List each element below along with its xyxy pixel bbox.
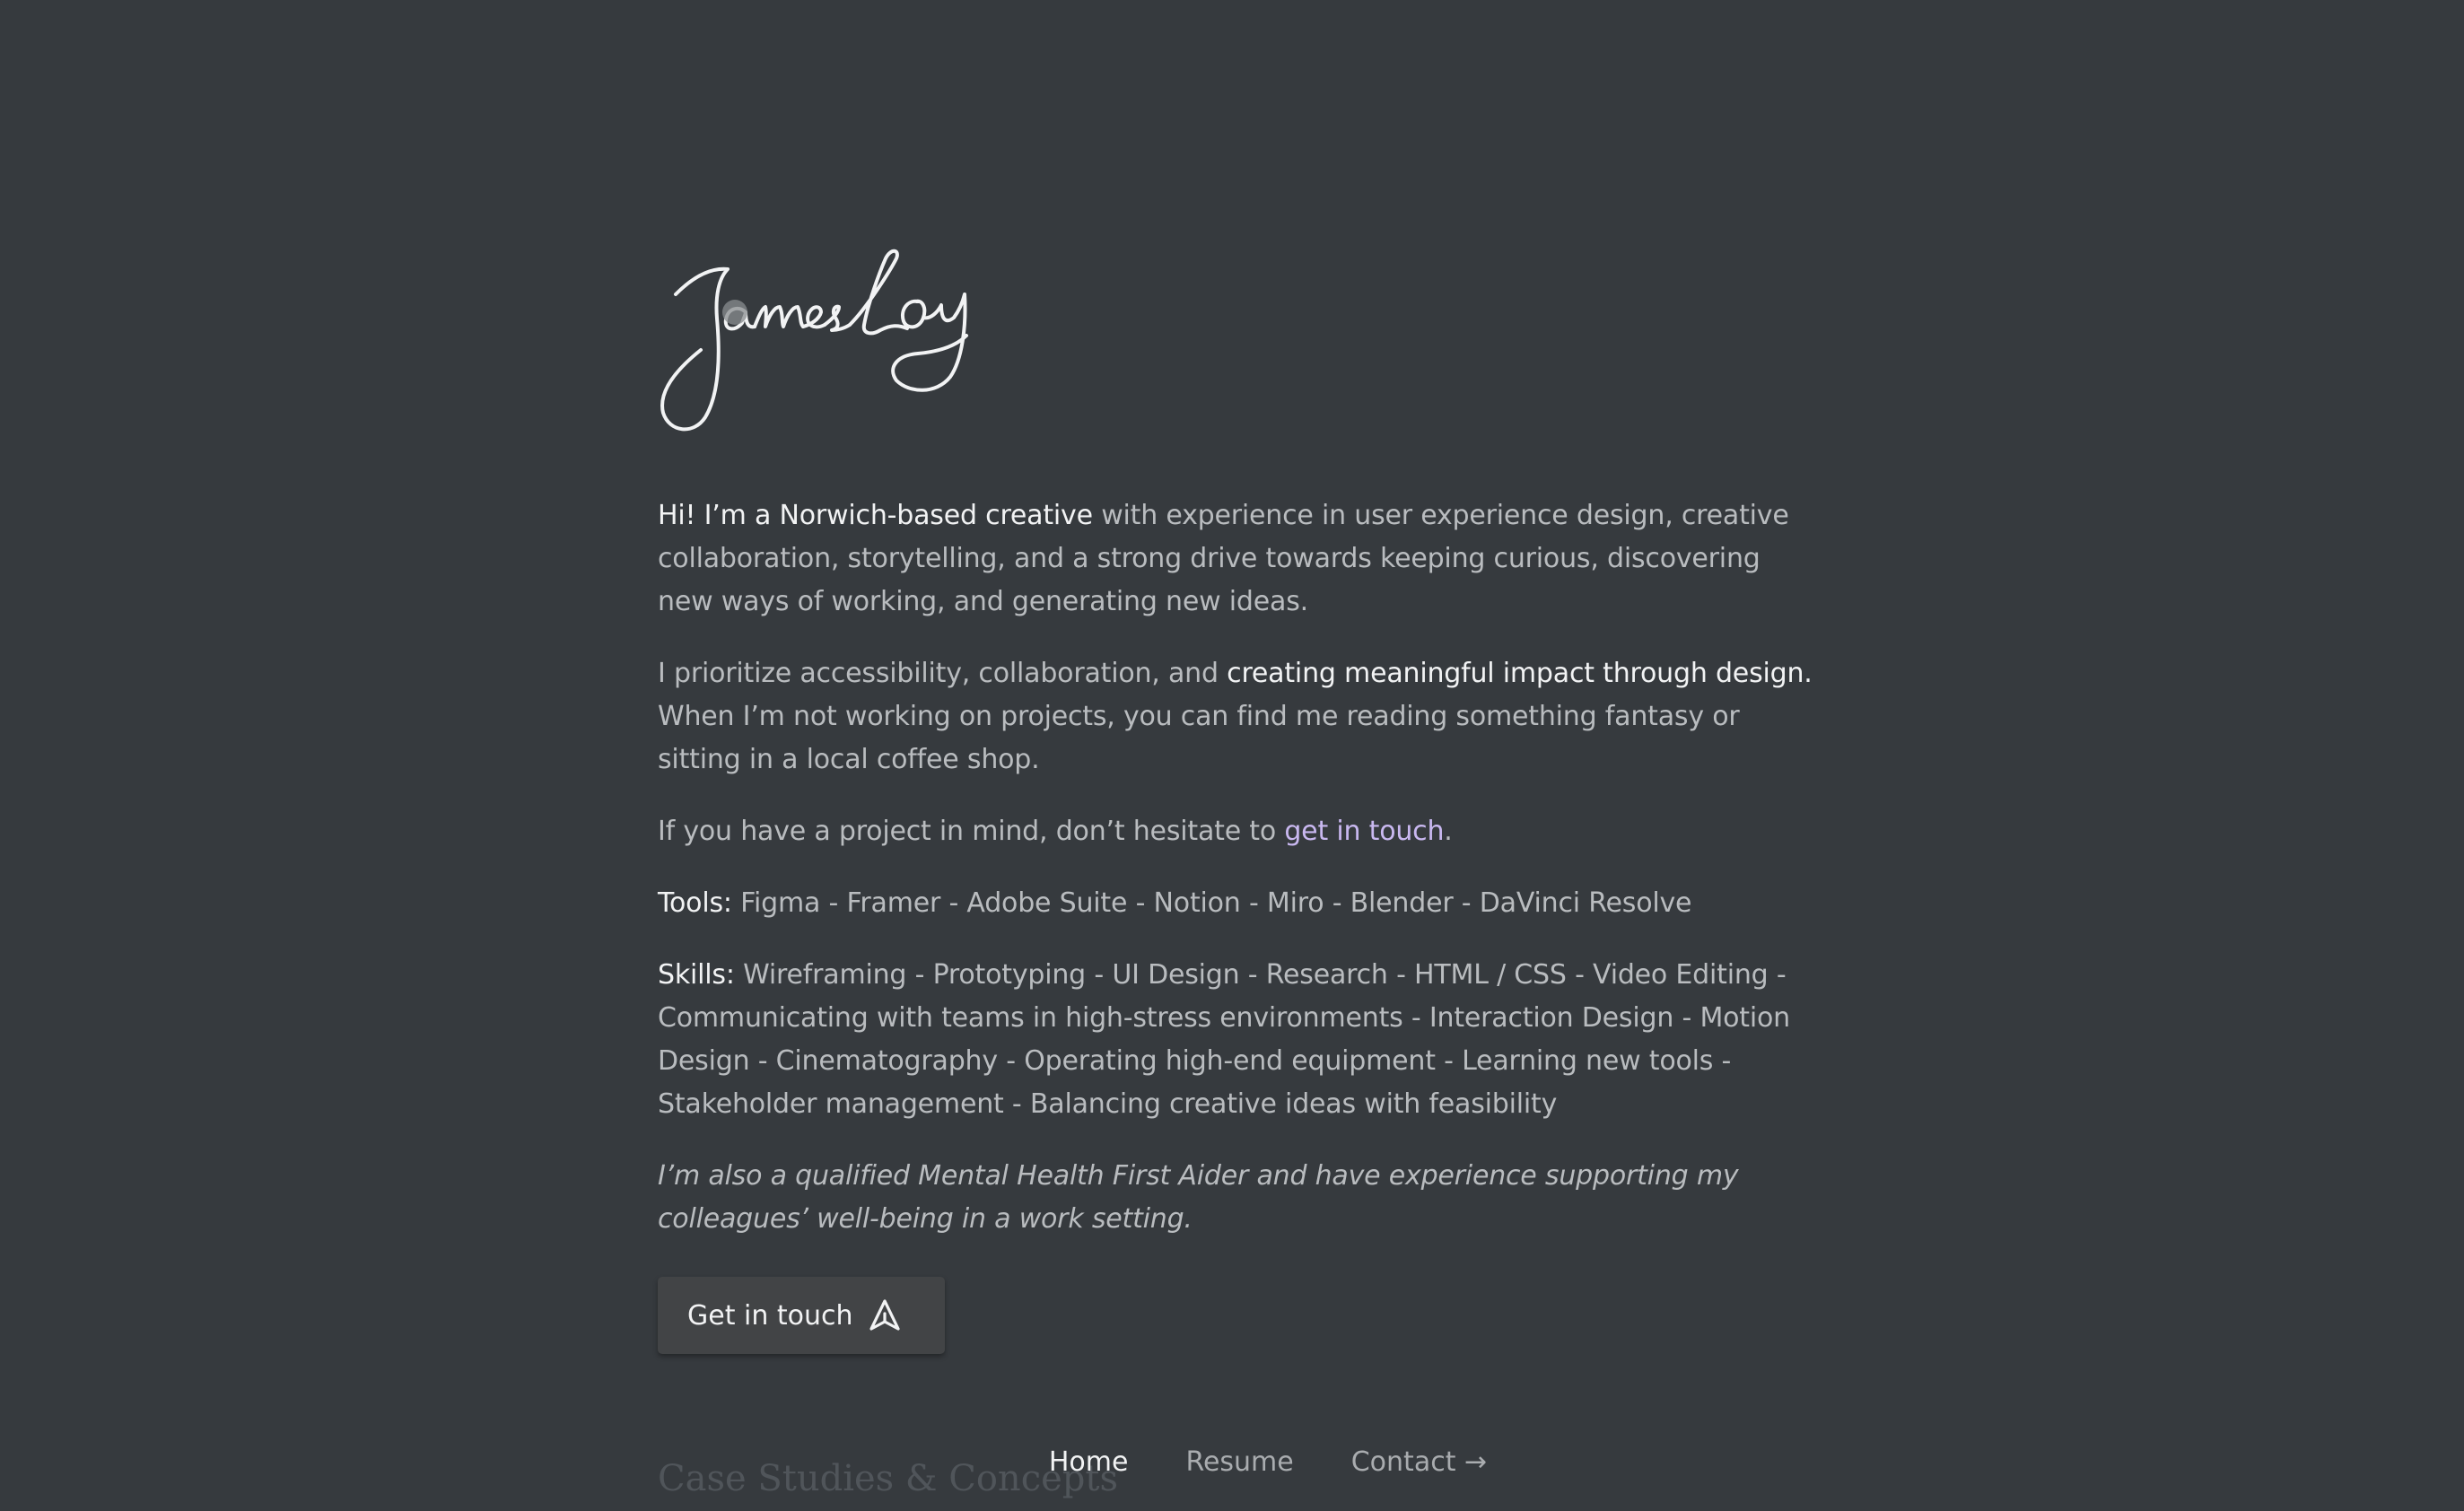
- contact-paragraph: If you have a project in mind, don’t hes…: [658, 810, 1815, 853]
- get-in-touch-button-label: Get in touch: [687, 1299, 853, 1332]
- values-highlight: creating meaningful impact through desig…: [1227, 658, 1813, 689]
- get-in-touch-button[interactable]: Get in touch: [658, 1277, 945, 1354]
- intro-lead: Hi! I’m a Norwich-based creative: [658, 500, 1093, 531]
- tools-paragraph: Tools: Figma - Framer - Adobe Suite - No…: [658, 882, 1815, 925]
- about-section: Hi! I’m a Norwich-based creative with ex…: [658, 242, 1815, 1354]
- nav-contact[interactable]: Contact →: [1351, 1446, 1487, 1478]
- intro-paragraph: Hi! I’m a Norwich-based creative with ex…: [658, 494, 1815, 624]
- skills-paragraph: Skills: Wireframing - Prototyping - UI D…: [658, 954, 1815, 1126]
- values-post: When I’m not working on projects, you ca…: [658, 701, 1740, 775]
- tools-list: Figma - Framer - Adobe Suite - Notion - …: [731, 887, 1692, 919]
- get-in-touch-link[interactable]: get in touch: [1284, 816, 1444, 847]
- nav-resume[interactable]: Resume: [1185, 1446, 1293, 1478]
- first-aider-note: I’m also a qualified Mental Health First…: [658, 1160, 1739, 1235]
- send-arrow-icon: [869, 1299, 900, 1331]
- skills-list: Wireframing - Prototyping - UI Design - …: [658, 959, 1790, 1120]
- contact-post: .: [1444, 816, 1453, 847]
- bottom-navigation: Home Resume Contact →: [0, 1446, 2464, 1478]
- nav-home[interactable]: Home: [1049, 1446, 1129, 1478]
- tools-label: Tools:: [658, 887, 732, 919]
- values-pre: I prioritize accessibility, collaboratio…: [658, 658, 1228, 689]
- skills-label: Skills:: [658, 959, 735, 991]
- contact-pre: If you have a project in mind, don’t hes…: [658, 816, 1285, 847]
- values-paragraph: I prioritize accessibility, collaboratio…: [658, 652, 1815, 782]
- signature-logo: [660, 249, 968, 432]
